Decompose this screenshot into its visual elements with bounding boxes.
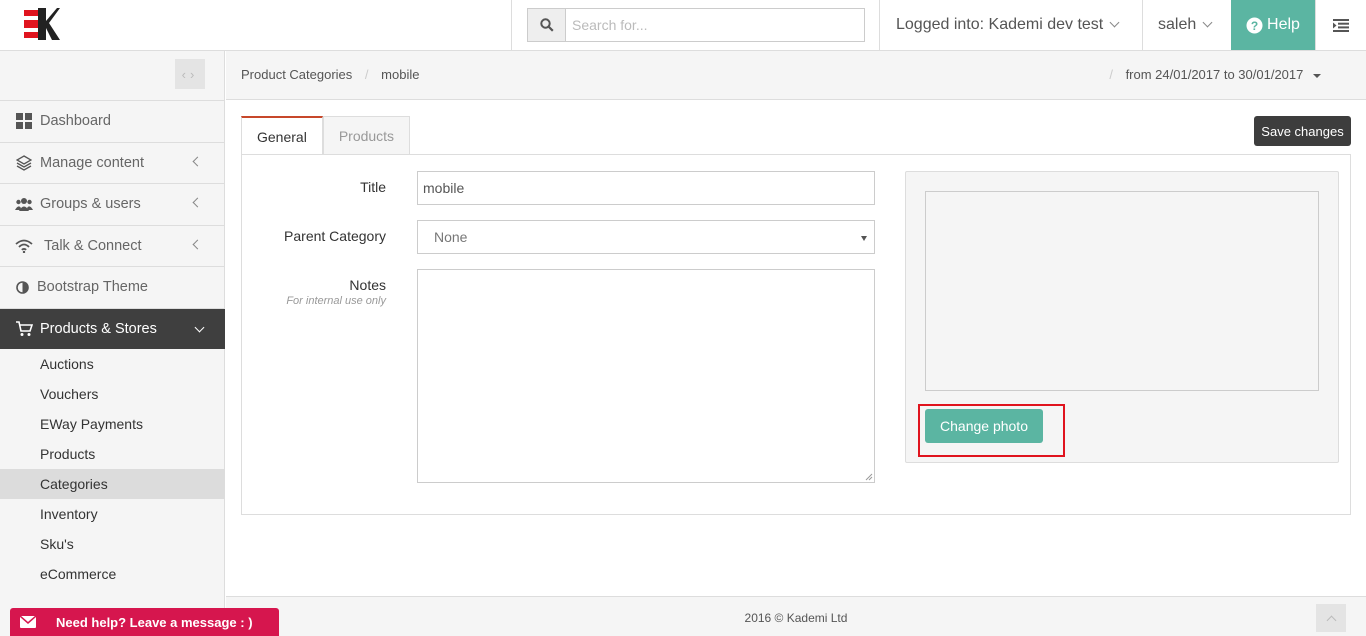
help-chat-widget[interactable]: Need help? Leave a message : ) bbox=[10, 608, 279, 636]
photo-panel: Change photo bbox=[905, 171, 1339, 463]
sidebar-subitem-inventory[interactable]: Inventory bbox=[0, 499, 225, 529]
chevron-left-right-icon: ‹› bbox=[181, 66, 199, 82]
chevron-down-icon bbox=[194, 322, 205, 332]
sidebar-subitem-products[interactable]: Products bbox=[0, 439, 225, 469]
menu-toggle-button[interactable] bbox=[1315, 0, 1366, 50]
sidebar-item-label: Products & Stores bbox=[40, 320, 157, 337]
layers-icon bbox=[15, 155, 33, 171]
tab-general[interactable]: General bbox=[241, 116, 323, 156]
sidebar-item-label: Groups & users bbox=[40, 196, 141, 213]
search-area bbox=[511, 0, 879, 50]
parent-category-select[interactable]: None bbox=[417, 220, 875, 254]
envelope-icon bbox=[10, 608, 46, 636]
change-photo-button[interactable]: Change photo bbox=[925, 409, 1043, 443]
wifi-icon bbox=[15, 238, 33, 254]
search-icon bbox=[539, 18, 554, 32]
sidebar-collapse-button[interactable]: ‹› bbox=[175, 59, 205, 89]
date-range-separator: / bbox=[1109, 67, 1113, 82]
grid-icon bbox=[15, 113, 33, 130]
chevron-up-icon bbox=[1326, 615, 1336, 625]
breadcrumb-parent-link[interactable]: Product Categories bbox=[241, 67, 352, 82]
title-input[interactable]: mobile bbox=[417, 171, 875, 205]
resize-handle-icon[interactable] bbox=[865, 473, 873, 481]
title-label: Title bbox=[360, 179, 386, 195]
sidebar-item-dashboard[interactable]: Dashboard bbox=[0, 100, 225, 142]
date-range-picker[interactable]: / from 24/01/2017 to 30/01/2017 bbox=[1109, 67, 1321, 82]
sidebar-item-label: Bootstrap Theme bbox=[37, 279, 148, 296]
users-icon bbox=[15, 196, 33, 212]
sidebar-subitem-skus[interactable]: Sku's bbox=[0, 529, 225, 559]
sidebar-item-manage-content[interactable]: Manage content bbox=[0, 141, 225, 184]
scroll-to-top-button[interactable] bbox=[1316, 604, 1346, 632]
breadcrumb-current: mobile bbox=[381, 67, 420, 82]
contrast-icon bbox=[15, 279, 29, 295]
products-stores-submenu: Auctions Vouchers EWay Payments Products… bbox=[0, 349, 225, 589]
copyright-text: 2016 © Kademi Ltd bbox=[744, 611, 848, 625]
sidebar-subitem-vouchers[interactable]: Vouchers bbox=[0, 379, 225, 409]
sidebar-subitem-eway-payments[interactable]: EWay Payments bbox=[0, 409, 225, 439]
question-circle-icon: ? bbox=[1246, 17, 1263, 33]
help-chat-label: Need help? Leave a message : ) bbox=[56, 614, 253, 630]
sidebar-item-bootstrap-theme[interactable]: Bootstrap Theme bbox=[0, 266, 225, 308]
help-label: Help bbox=[1267, 16, 1300, 33]
notes-hint: For internal use only bbox=[286, 295, 386, 307]
logged-into-dropdown[interactable]: Logged into: Kademi dev test bbox=[879, 0, 1142, 50]
user-dropdown[interactable]: saleh bbox=[1142, 0, 1231, 50]
sidebar-item-label: Dashboard bbox=[40, 113, 111, 130]
date-range-label: from 24/01/2017 to 30/01/2017 bbox=[1125, 67, 1304, 82]
search-input[interactable] bbox=[566, 9, 864, 41]
notes-textarea[interactable] bbox=[417, 269, 875, 483]
cart-icon bbox=[15, 320, 33, 337]
photo-preview bbox=[925, 191, 1319, 391]
parent-category-label: Parent Category bbox=[284, 228, 386, 244]
general-tab-panel: Title mobile Parent Category None Notes … bbox=[241, 154, 1351, 515]
sidebar-subitem-categories[interactable]: Categories bbox=[0, 469, 225, 499]
sidebar-item-label: Talk & Connect bbox=[44, 237, 142, 254]
logged-into-label: Logged into: Kademi dev test bbox=[896, 16, 1104, 33]
sidebar: ‹› Dashboard Manage content Groups & use… bbox=[0, 51, 225, 636]
footer: 2016 © Kademi Ltd bbox=[226, 596, 1366, 636]
caret-down-icon bbox=[861, 236, 867, 241]
sidebar-menu: Dashboard Manage content Groups & users … bbox=[0, 100, 225, 589]
search-box bbox=[527, 8, 865, 42]
sidebar-subitem-auctions[interactable]: Auctions bbox=[0, 349, 225, 379]
sidebar-item-label: Manage content bbox=[40, 154, 144, 171]
svg-text:?: ? bbox=[1251, 19, 1258, 33]
sidebar-item-groups-users[interactable]: Groups & users bbox=[0, 183, 225, 225]
chevron-left-icon bbox=[192, 156, 203, 166]
breadcrumb-separator: / bbox=[364, 67, 369, 82]
kademi-logo-icon[interactable] bbox=[24, 8, 60, 40]
help-button[interactable]: ? Help bbox=[1231, 0, 1315, 50]
notes-label: Notes bbox=[349, 277, 386, 293]
save-changes-button[interactable]: Save changes bbox=[1254, 116, 1351, 146]
sidebar-subitem-ecommerce[interactable]: eCommerce bbox=[0, 559, 225, 589]
top-bar: Logged into: Kademi dev test saleh ? Hel… bbox=[0, 0, 1366, 51]
chevron-down-icon bbox=[1202, 17, 1213, 28]
caret-down-icon bbox=[1313, 73, 1321, 78]
breadcrumb: Product Categories / mobile bbox=[241, 67, 419, 82]
breadcrumb-bar: Product Categories / mobile / from 24/01… bbox=[226, 51, 1366, 100]
chevron-left-icon bbox=[192, 239, 203, 249]
hamburger-menu-icon bbox=[1333, 18, 1349, 32]
chevron-left-icon bbox=[192, 197, 203, 208]
sidebar-item-talk-connect[interactable]: Talk & Connect bbox=[0, 224, 225, 267]
parent-category-value: None bbox=[434, 229, 468, 245]
chevron-down-icon bbox=[1109, 17, 1120, 28]
search-button[interactable] bbox=[528, 9, 566, 41]
sidebar-item-products-stores[interactable]: Products & Stores bbox=[0, 307, 225, 349]
tab-bar: General Products bbox=[241, 116, 411, 156]
tab-products[interactable]: Products bbox=[322, 116, 411, 155]
user-name: saleh bbox=[1158, 16, 1197, 33]
